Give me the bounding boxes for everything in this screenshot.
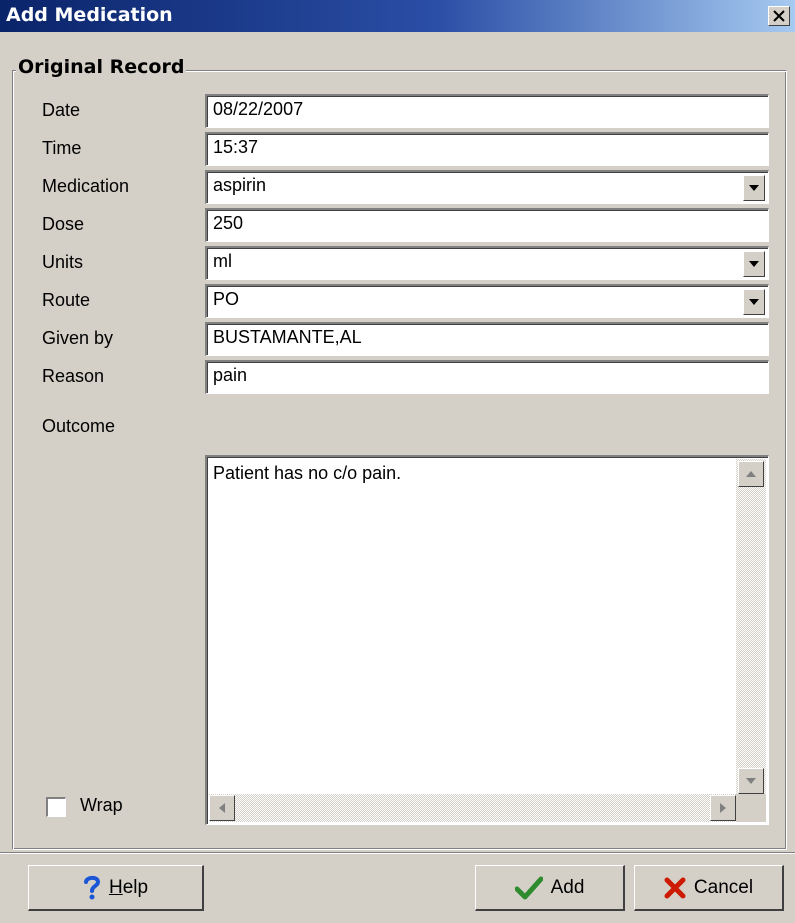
route-value: PO (213, 289, 240, 309)
date-field[interactable]: 08/22/2007 (205, 94, 769, 128)
close-button[interactable] (768, 6, 790, 26)
help-label: Help (108, 876, 149, 898)
add-button[interactable]: Add (475, 865, 625, 911)
date-value: 08/22/2007 (213, 99, 304, 119)
route-dropdown-button[interactable] (743, 289, 765, 315)
wrap-checkbox[interactable] (46, 797, 66, 817)
cancel-button[interactable]: Cancel (634, 865, 784, 911)
scroll-left-button[interactable] (209, 795, 235, 821)
cancel-label: Cancel (693, 876, 754, 898)
red-x-icon (664, 877, 686, 898)
question-mark-icon (83, 875, 100, 899)
divider (0, 852, 795, 854)
time-label: Time (42, 138, 82, 158)
given-by-label: Given by (42, 328, 114, 348)
add-label: Add (550, 876, 585, 898)
units-label: Units (42, 252, 84, 272)
chevron-down-icon (749, 261, 759, 267)
help-button[interactable]: Help (28, 865, 204, 911)
dose-value: 250 (213, 213, 244, 233)
given-by-field[interactable]: BUSTAMANTE,AL (205, 322, 769, 356)
chevron-down-icon (749, 185, 759, 191)
scroll-down-button[interactable] (738, 768, 764, 794)
units-dropdown[interactable]: ml (205, 246, 769, 280)
arrow-left-icon (219, 803, 225, 813)
units-dropdown-button[interactable] (743, 251, 765, 277)
medication-label: Medication (42, 176, 130, 196)
reason-field[interactable]: pain (205, 360, 769, 394)
medication-dropdown[interactable]: aspirin (205, 170, 769, 204)
title-bar[interactable]: Add Medication (0, 0, 795, 32)
horizontal-scrollbar[interactable] (209, 794, 736, 822)
arrow-up-icon (746, 471, 756, 477)
given-by-value: BUSTAMANTE,AL (213, 327, 362, 347)
outcome-label: Outcome (42, 416, 116, 436)
date-label: Date (42, 100, 81, 120)
time-field[interactable]: 15:37 (205, 132, 769, 166)
vertical-scrollbar[interactable] (736, 459, 766, 794)
outcome-memo[interactable]: Patient has no c/o pain. (205, 455, 769, 825)
arrow-right-icon (720, 803, 726, 813)
medication-value: aspirin (213, 175, 267, 195)
dose-label: Dose (42, 214, 85, 234)
dose-field[interactable]: 250 (205, 208, 769, 242)
outcome-text: Patient has no c/o pain. (213, 463, 402, 483)
reason-value: pain (213, 365, 248, 385)
reason-label: Reason (42, 366, 105, 386)
arrow-down-icon (746, 778, 756, 784)
time-value: 15:37 (213, 137, 259, 157)
route-label: Route (42, 290, 91, 310)
wrap-label[interactable]: Wrap (80, 795, 123, 816)
medication-dropdown-button[interactable] (743, 175, 765, 201)
scroll-up-button[interactable] (738, 461, 764, 487)
checkmark-icon (514, 876, 543, 899)
scroll-corner (736, 794, 766, 822)
group-label: Original Record (16, 56, 187, 78)
window-title: Add Medication (6, 4, 173, 26)
chevron-down-icon (749, 299, 759, 305)
close-icon (773, 10, 785, 22)
units-value: ml (213, 251, 232, 271)
scroll-right-button[interactable] (710, 795, 736, 821)
route-dropdown[interactable]: PO (205, 284, 769, 318)
